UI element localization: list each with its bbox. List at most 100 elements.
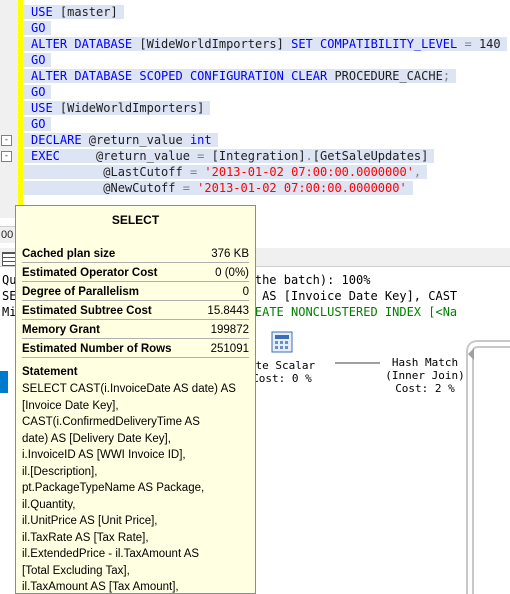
statement-line: i.InvoiceID AS [WWI Invoice ID], bbox=[22, 449, 186, 461]
code-line[interactable]: ALTER DATABASE [WideWorldImporters] SET … bbox=[23, 36, 510, 52]
code-text: USE [master] bbox=[23, 5, 124, 19]
code-text: ALTER DATABASE [WideWorldImporters] SET … bbox=[23, 37, 507, 51]
code-token: ALTER DATABASE bbox=[31, 37, 140, 51]
statement-line: pt.PackageTypeName AS Package, bbox=[22, 482, 205, 494]
code-token: GO bbox=[31, 85, 46, 99]
code-token: [WideWorldImporters] bbox=[59, 101, 205, 115]
code-line[interactable]: GO bbox=[23, 84, 510, 100]
property-value: 15.8443 bbox=[207, 305, 249, 317]
code-text: ALTER DATABASE SCOPED CONFIGURATION CLEA… bbox=[23, 69, 457, 83]
statement-line: CAST(i.ConfirmedDeliveryTime AS bbox=[22, 416, 200, 428]
code-line[interactable]: GO bbox=[23, 116, 510, 132]
code-token: @LastCutoff bbox=[31, 165, 190, 179]
statement-line: il.UnitPrice AS [Unit Price], bbox=[22, 515, 158, 527]
code-token: = bbox=[197, 149, 212, 163]
code-line[interactable]: GO bbox=[23, 52, 510, 68]
code-line[interactable]: - DECLARE @return_value int bbox=[1, 132, 510, 148]
code-token: = bbox=[189, 165, 205, 179]
tooltip-property-row: Estimated Number of Rows 251091 bbox=[22, 341, 249, 358]
code-token: @return_value bbox=[81, 149, 198, 163]
select-operator-tooltip: SELECT Cached plan size 376 KB Estimated O… bbox=[15, 205, 256, 594]
collapse-toggle-icon[interactable]: - bbox=[1, 151, 12, 162]
property-value: 0 bbox=[242, 286, 249, 298]
code-text: GO bbox=[23, 53, 52, 67]
property-label: Estimated Subtree Cost bbox=[22, 305, 152, 317]
property-value: 0 (0%) bbox=[215, 267, 249, 279]
compute-scalar-icon bbox=[271, 331, 293, 353]
code-token: [master] bbox=[59, 5, 118, 19]
tooltip-properties: Cached plan size 376 KB Estimated Operator… bbox=[22, 246, 249, 358]
tooltip-property-row: Memory Grant 199872 bbox=[22, 322, 249, 339]
statement-text: SELECT CAST(i.InvoiceDate AS date) AS [In… bbox=[22, 381, 247, 593]
code-text: DECLARE @return_value int bbox=[23, 133, 218, 147]
collapse-toggle-icon[interactable]: - bbox=[1, 135, 12, 146]
tooltip-property-row: Estimated Subtree Cost 15.8443 bbox=[22, 303, 249, 320]
statement-line: il.TaxAmount AS [Tax Amount], bbox=[22, 581, 179, 593]
statement-line: il.Quantity, bbox=[22, 498, 76, 511]
code-token: = bbox=[182, 181, 198, 195]
code-token: 140 bbox=[478, 37, 501, 51]
tooltip-property-row: Degree of Parallelism 0 bbox=[22, 284, 249, 301]
code-token: '2013-01-02 07:00:00.0000000' bbox=[204, 165, 414, 179]
code-token: = bbox=[464, 37, 479, 51]
side-tab-strip[interactable] bbox=[0, 371, 8, 393]
query-editor[interactable]: USE [master] GO ALTER DATABASE [WideWorldI… bbox=[0, 0, 510, 218]
code-token: EXEC bbox=[31, 149, 82, 163]
statement-line: il.[Description], bbox=[22, 465, 98, 478]
code-text: USE [WideWorldImporters] bbox=[23, 101, 211, 115]
statement-line: il.ExtendedPrice - il.TaxAmount AS bbox=[22, 548, 200, 560]
code-text: GO bbox=[23, 117, 52, 131]
code-text: @NewCutoff = '2013-01-02 07:00:00.000000… bbox=[23, 181, 413, 195]
code-text: GO bbox=[23, 85, 52, 99]
code-text: GO bbox=[23, 21, 52, 35]
property-label: Memory Grant bbox=[22, 324, 100, 336]
code-token: '2013-01-02 07:00:00.0000000' bbox=[197, 181, 407, 195]
code-token: DECLARE bbox=[31, 133, 89, 147]
property-label: Estimated Operator Cost bbox=[22, 267, 158, 279]
code-token: PROCEDURE_CACHE bbox=[334, 69, 443, 83]
statement-label: Statement bbox=[22, 366, 78, 378]
code-text: EXEC @return_value = [Integration].[GetS… bbox=[23, 149, 435, 163]
code-text: @LastCutoff = '2013-01-02 07:00:00.00000… bbox=[23, 165, 428, 179]
statement-line: [Invoice Date Key], bbox=[22, 399, 119, 412]
property-value: 376 KB bbox=[211, 248, 249, 260]
property-label: Degree of Parallelism bbox=[22, 286, 139, 298]
tooltip-title: SELECT bbox=[111, 213, 160, 227]
statement-line: il.TaxRate AS [Tax Rate], bbox=[22, 531, 149, 544]
code-line[interactable]: USE [master] bbox=[23, 4, 510, 20]
editor-margin bbox=[0, 0, 18, 218]
code-token: SET COMPATIBILITY_LEVEL bbox=[291, 37, 465, 51]
code-token: . bbox=[305, 149, 313, 163]
code-token: , bbox=[413, 165, 422, 179]
code-token: [WideWorldImporters] bbox=[139, 37, 292, 51]
property-value: 251091 bbox=[210, 343, 249, 355]
code-token: @NewCutoff bbox=[31, 181, 183, 195]
code-line[interactable]: @LastCutoff = '2013-01-02 07:00:00.00000… bbox=[23, 164, 510, 180]
code-token: GO bbox=[31, 53, 46, 67]
code-token: ; bbox=[442, 69, 451, 83]
code-token: ALTER DATABASE SCOPED CONFIGURATION CLEA… bbox=[31, 69, 335, 83]
statement-line: date) AS [Delivery Date Key], bbox=[22, 432, 171, 445]
statement-line: SELECT CAST(i.InvoiceDate AS date) AS bbox=[22, 383, 236, 395]
statement-line: [Total Excluding Tax], bbox=[22, 564, 130, 577]
code-token: [Integration] bbox=[211, 149, 306, 163]
code-token: GO bbox=[31, 21, 46, 35]
code-token: GO bbox=[31, 117, 46, 131]
code-area[interactable]: USE [master] GO ALTER DATABASE [WideWorldI… bbox=[1, 4, 510, 196]
code-line[interactable]: USE [WideWorldImporters] bbox=[23, 100, 510, 116]
code-token: @return_value bbox=[88, 133, 190, 147]
property-label: Cached plan size bbox=[22, 248, 116, 260]
property-label: Estimated Number of Rows bbox=[22, 343, 172, 355]
tooltip-property-row: Cached plan size 376 KB bbox=[22, 246, 249, 263]
code-token: int bbox=[189, 133, 212, 147]
code-line[interactable]: @NewCutoff = '2013-01-02 07:00:00.000000… bbox=[23, 180, 510, 196]
code-line[interactable]: GO bbox=[23, 20, 510, 36]
code-token: USE bbox=[31, 5, 60, 19]
code-line[interactable]: - EXEC @return_value = [Integration].[Get… bbox=[1, 148, 510, 164]
plan-connector-arrow bbox=[466, 340, 510, 594]
code-line[interactable]: ALTER DATABASE SCOPED CONFIGURATION CLEA… bbox=[23, 68, 510, 84]
code-token: [GetSaleUpdates] bbox=[312, 149, 429, 163]
property-value: 199872 bbox=[210, 324, 249, 336]
tooltip-property-row: Estimated Operator Cost 0 (0%) bbox=[22, 265, 249, 282]
code-token: USE bbox=[31, 101, 60, 115]
